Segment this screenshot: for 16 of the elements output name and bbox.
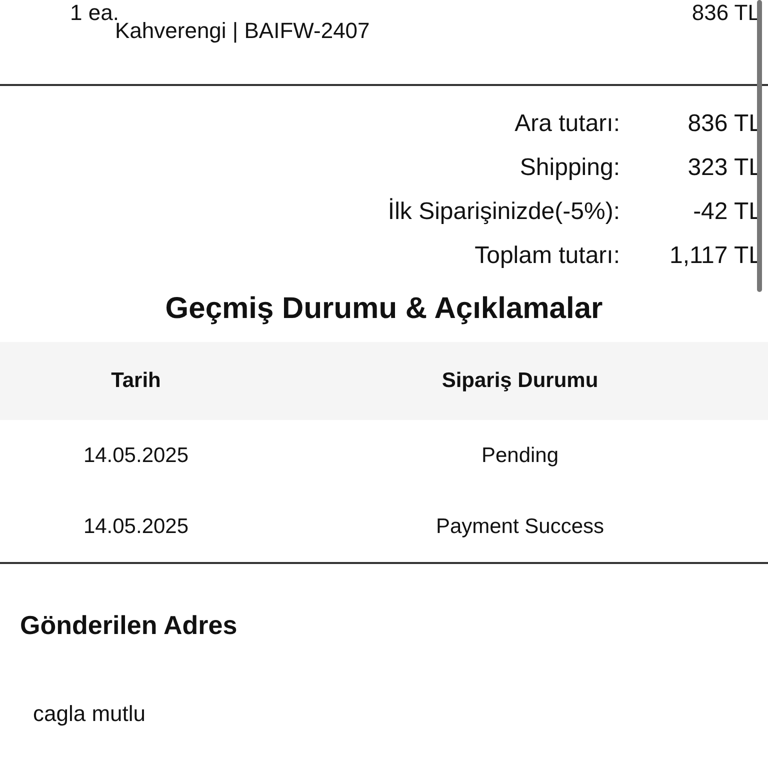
recipient-name: cagla mutlu xyxy=(33,701,147,727)
table-cell-text: Payment Success xyxy=(434,514,606,540)
summary-label: Shipping: xyxy=(518,154,620,182)
summary-label: Ara tutarı: xyxy=(514,110,620,138)
section-title: Gönderilen Adres xyxy=(20,610,238,641)
column-header: Sipariş Durumu xyxy=(272,342,768,420)
summary-label: İlk Siparişinizde(-5%): xyxy=(386,198,620,226)
scrollbar[interactable] xyxy=(757,0,762,292)
quantity-text: 1 ea. xyxy=(69,0,115,25)
item-price: 836 TL xyxy=(692,0,760,27)
section-title: Geçmiş Durumu & Açıklamalar xyxy=(164,292,604,326)
summary-label: Toplam tutarı: xyxy=(474,242,620,270)
table-cell-text: 14.05.2025 xyxy=(82,442,190,468)
column-header: Tarih xyxy=(0,342,272,420)
table-cell-text: Pending xyxy=(480,442,560,468)
table-cell-text: 14.05.2025 xyxy=(82,514,190,540)
